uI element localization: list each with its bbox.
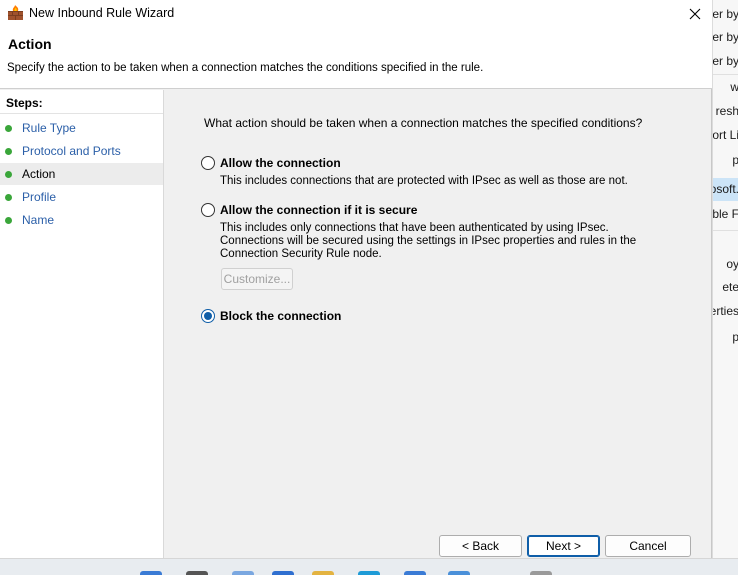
- background-item[interactable]: perties: [713, 300, 738, 323]
- page-description: Specify the action to be taken when a co…: [7, 62, 484, 74]
- next-button[interactable]: Next >: [527, 535, 600, 557]
- background-item[interactable]: p: [713, 149, 738, 172]
- background-item[interactable]: able F: [713, 203, 738, 226]
- allow-connection-label[interactable]: Allow the connection: [220, 156, 341, 170]
- title-bar[interactable]: New Inbound Rule Wizard: [0, 0, 712, 27]
- background-item[interactable]: er by: [713, 50, 738, 73]
- steps-label: Steps:: [6, 96, 43, 110]
- step-action[interactable]: Action: [0, 163, 163, 185]
- background-item[interactable]: ort Li: [713, 124, 738, 147]
- allow-if-secure-description: This includes only connections that have…: [220, 222, 637, 260]
- taskbar-app-icon[interactable]: [530, 571, 552, 575]
- background-separator: [713, 230, 738, 231]
- step-label: Protocol and Ports: [22, 144, 121, 158]
- background-item[interactable]: w: [713, 76, 738, 99]
- step-label: Rule Type: [22, 121, 76, 135]
- step-label: Name: [22, 213, 55, 227]
- close-button[interactable]: [678, 0, 712, 27]
- allow-connection-radio[interactable]: [201, 156, 215, 170]
- steps-panel: Steps: Rule Type Protocol and Ports Acti…: [0, 90, 164, 558]
- taskbar-app-icon[interactable]: [272, 571, 294, 575]
- background-item[interactable]: er by: [713, 26, 738, 49]
- allow-if-secure-radio[interactable]: [201, 203, 215, 217]
- background-item[interactable]: er by: [713, 3, 738, 26]
- content-panel: What action should be taken when a conne…: [165, 90, 712, 558]
- taskbar-app-icon[interactable]: [186, 571, 208, 575]
- taskbar-app-icon[interactable]: [232, 571, 254, 575]
- wizard-header: Action Specify the action to be taken wh…: [0, 27, 712, 89]
- taskbar-app-icon[interactable]: [312, 571, 334, 575]
- background-item-selected[interactable]: osoft.: [713, 178, 738, 201]
- window-title: New Inbound Rule Wizard: [29, 6, 175, 20]
- firewall-icon: [8, 5, 23, 20]
- cancel-button[interactable]: Cancel: [605, 535, 691, 557]
- step-label: Profile: [22, 190, 57, 204]
- close-icon: [689, 8, 701, 19]
- background-item[interactable]: p: [713, 326, 738, 349]
- steps-divider: [0, 113, 163, 114]
- block-connection-radio[interactable]: [201, 309, 215, 323]
- background-item[interactable]: resh: [713, 100, 738, 123]
- step-rule-type[interactable]: Rule Type: [0, 117, 163, 139]
- taskbar-app-icon[interactable]: [404, 571, 426, 575]
- background-window-strip: er by er by er by w resh ort Li p osoft.…: [712, 0, 738, 575]
- taskbar-app-icon[interactable]: [358, 571, 380, 575]
- background-item[interactable]: ete: [713, 276, 738, 299]
- taskbar-app-icon[interactable]: [140, 571, 162, 575]
- back-button[interactable]: < Back: [439, 535, 522, 557]
- allow-if-secure-label[interactable]: Allow the connection if it is secure: [220, 203, 417, 217]
- step-profile[interactable]: Profile: [0, 186, 163, 208]
- step-status-icon: [5, 148, 12, 155]
- step-protocol-and-ports[interactable]: Protocol and Ports: [0, 140, 163, 162]
- action-question: What action should be taken when a conne…: [204, 116, 643, 130]
- taskbar-app-icon[interactable]: [448, 571, 470, 575]
- step-status-icon: [5, 217, 12, 224]
- allow-connection-description: This includes connections that are prote…: [220, 175, 628, 187]
- step-label: Action: [22, 167, 56, 181]
- step-status-icon: [5, 171, 12, 178]
- customize-button[interactable]: Customize...: [221, 268, 293, 290]
- step-status-icon: [5, 194, 12, 201]
- wizard-window: New Inbound Rule Wizard Action Specify t…: [0, 0, 712, 558]
- page-title: Action: [8, 36, 52, 52]
- taskbar: [0, 558, 738, 575]
- background-separator: [713, 74, 738, 75]
- block-connection-label[interactable]: Block the connection: [220, 309, 341, 323]
- step-name[interactable]: Name: [0, 209, 163, 231]
- background-item[interactable]: oy: [713, 253, 738, 276]
- step-status-icon: [5, 125, 12, 132]
